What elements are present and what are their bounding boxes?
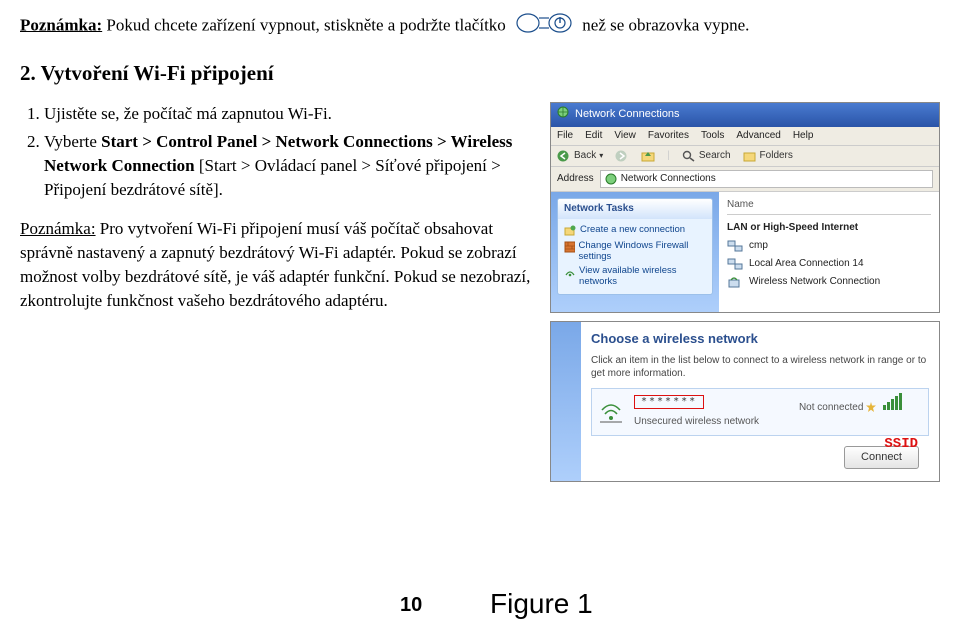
tasks-sidepanel: Network Tasks Create a new connection Ch… [551,192,719,312]
figure-label: Figure 1 [490,584,593,623]
ssid-callout: SSID [884,435,918,455]
section-heading: 2. Vytvoření Wi-Fi připojení [20,59,940,88]
menu-help[interactable]: Help [793,129,814,143]
forward-button[interactable] [615,150,629,162]
network-folder-icon [605,173,617,185]
choose-title: Choose a wireless network [591,330,929,348]
page-number: 10 [400,591,422,619]
folder-up-icon [641,150,655,162]
folders-label: Folders [760,149,793,163]
connection-item[interactable]: Local Area Connection 14 [727,255,931,273]
folders-icon [743,150,757,162]
search-button[interactable]: Search [682,149,731,163]
address-value: Network Connections [621,172,716,186]
back-arrow-icon [557,150,571,162]
task-view-wireless[interactable]: View available wireless networks [564,264,706,290]
network-tasks-box: Network Tasks Create a new connection Ch… [557,198,713,296]
chevron-down-icon: ▾ [599,150,603,161]
lan-icon [727,239,743,253]
address-label: Address [557,172,594,186]
wireless-network-row[interactable]: ******* Unsecured wireless network Not c… [591,388,929,436]
menu-edit[interactable]: Edit [585,129,602,143]
ssid-masked: ******* [634,395,704,409]
favorite-icon [866,402,876,412]
note-label: Poznámka: [20,15,102,34]
menu-advanced[interactable]: Advanced [736,129,780,143]
back-button[interactable]: Back ▾ [557,149,603,163]
wifi-signal-icon [598,400,624,424]
address-input[interactable]: Network Connections [600,170,933,188]
menu-bar: File Edit View Favorites Tools Advanced … [551,127,939,146]
menu-tools[interactable]: Tools [701,129,724,143]
connection-label: cmp [749,239,768,253]
not-connected-label: Not connected [799,393,902,415]
new-connection-icon [564,225,576,237]
task-label: Change Windows Firewall settings [579,241,706,263]
search-label: Search [699,149,731,163]
folders-button[interactable]: Folders [743,149,793,163]
task-label: View available wireless networks [579,266,706,288]
group-label: LAN or High-Speed Internet [727,219,931,237]
step-1: Ujistěte se, že počítač má zapnutou Wi-F… [44,102,536,126]
column-name[interactable]: Name [727,198,931,215]
connection-label: Wireless Network Connection [749,275,880,289]
connection-item[interactable]: cmp [727,237,931,255]
task-create-connection[interactable]: Create a new connection [564,223,706,239]
secondary-note: Poznámka: Pro vytvoření Wi-Fi připojení … [20,217,536,312]
up-button[interactable] [641,150,655,162]
note-text-1: Pokud chcete zařízení vypnout, stiskněte… [102,15,510,34]
search-icon [682,150,696,162]
wireless-icon [564,266,575,278]
window-titlebar[interactable]: Network Connections [551,103,939,126]
task-label: Create a new connection [580,225,685,236]
menu-view[interactable]: View [614,129,636,143]
steps-list: Ujistěte se, že počítač má zapnutou Wi-F… [20,102,536,201]
network-tasks-header: Network Tasks [558,199,712,219]
connections-list: Name LAN or High-Speed Internet cmp Loca… [719,192,939,312]
choose-desc: Click an item in the list below to conne… [591,354,929,380]
toolbar: Back ▾ | Search Folders [551,146,939,167]
top-note: Poznámka: Pokud chcete zařízení vypnout,… [20,12,940,41]
note2-label: Poznámka: [20,219,96,238]
choose-sidebar [551,322,581,482]
window-body: Network Tasks Create a new connection Ch… [551,192,939,312]
back-label: Back [574,149,596,163]
step-2: Vyberte Start > Control Panel > Network … [44,130,536,201]
connection-label: Local Area Connection 14 [749,257,864,271]
menu-file[interactable]: File [557,129,573,143]
address-bar: Address Network Connections [551,167,939,192]
network-connections-window: Network Connections File Edit View Favor… [550,102,940,312]
window-title-text: Network Connections [575,107,680,122]
task-firewall[interactable]: Change Windows Firewall settings [564,239,706,265]
power-icon [516,12,572,41]
lan-icon [727,257,743,271]
choose-wireless-window: Choose a wireless network Click an item … [550,321,940,483]
signal-bars-icon [883,393,902,410]
connection-item[interactable]: Wireless Network Connection [727,273,931,291]
wifi-adapter-icon [727,275,743,289]
globe-icon [557,106,569,123]
network-security-desc: Unsecured wireless network [634,415,759,429]
screenshots-column: Network Connections File Edit View Favor… [550,102,940,482]
forward-arrow-icon [615,150,629,162]
instructions-column: Ujistěte se, že počítač má zapnutou Wi-F… [20,102,536,312]
menu-favorites[interactable]: Favorites [648,129,689,143]
note-text-2: než se obrazovka vypne. [582,15,749,34]
note2-text: Pro vytvoření Wi-Fi připojení musí váš p… [20,219,530,309]
firewall-icon [564,241,575,253]
step2-pre: Vyberte [44,132,101,151]
